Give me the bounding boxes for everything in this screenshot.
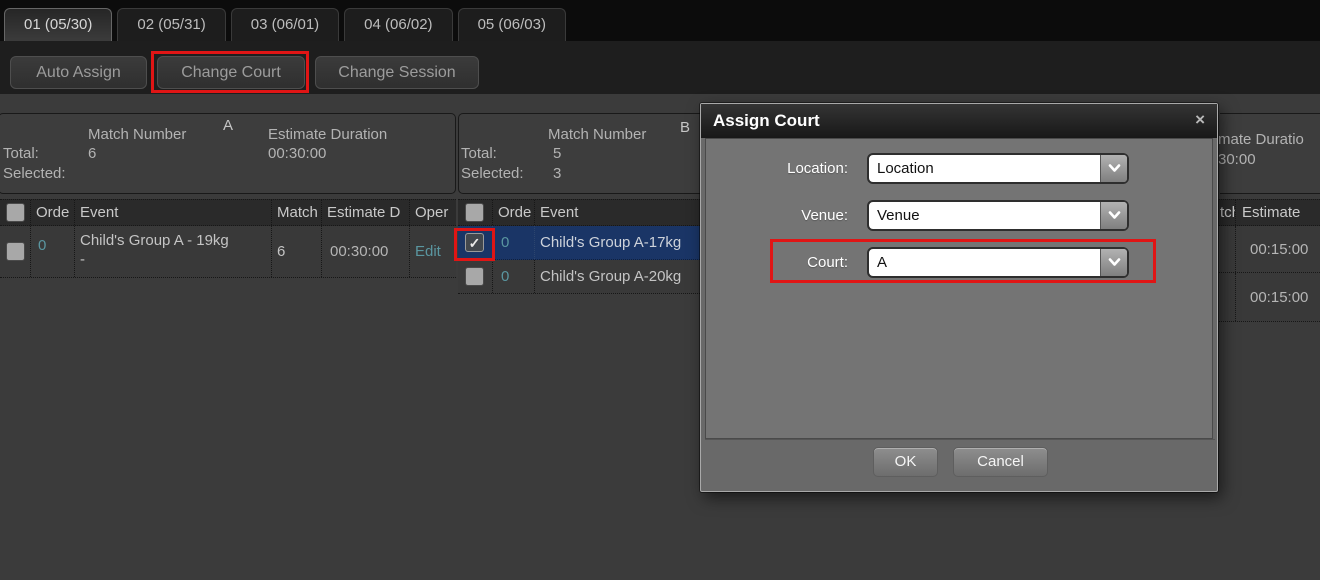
panel-c-row1-estimate: 00:15:00	[1236, 226, 1320, 272]
change-session-button[interactable]: Change Session	[315, 56, 479, 89]
panel-a-header-match: Match	[272, 200, 322, 225]
panel-b-select-all-checkbox[interactable]	[465, 203, 484, 222]
panel-c-header-estimate: Estimate	[1236, 200, 1320, 225]
panel-c-estimate-duration-label-partial: mate Duratio	[1218, 131, 1304, 149]
tab-day-03[interactable]: 03 (06/01)	[231, 8, 339, 41]
panel-a-total-match-number: 6	[88, 145, 96, 163]
venue-select[interactable]: Venue	[867, 200, 1129, 231]
tab-day-01[interactable]: 01 (05/30)	[4, 8, 112, 41]
panel-a-title: A	[0, 117, 456, 135]
panel-c-row2-estimate: 00:15:00	[1236, 273, 1320, 321]
panel-a-row-event: Child's Group A - 19kg -	[75, 226, 272, 277]
session-tabs: 01 (05/30) 02 (05/31) 03 (06/01) 04 (06/…	[4, 8, 566, 41]
panel-a-header-estimate: Estimate D	[322, 200, 410, 225]
panel-a-row-edit-link[interactable]: Edit	[410, 226, 456, 277]
tab-day-04[interactable]: 04 (06/02)	[344, 8, 452, 41]
panel-b-row2-checkbox-cell	[458, 260, 493, 293]
panel-b-match-number-label: Match Number	[548, 126, 646, 144]
close-icon[interactable]: ×	[1195, 104, 1205, 136]
highlight-box-row-checkbox	[454, 228, 495, 261]
panel-b-total-match-number: 5	[553, 145, 561, 163]
panel-a-estimate-duration-label: Estimate Duration	[268, 126, 387, 144]
venue-select-value: Venue	[877, 202, 920, 229]
location-select[interactable]: Location	[867, 153, 1129, 184]
panel-a-row-match: 6	[272, 226, 322, 277]
panel-b-header-checkbox-cell	[458, 200, 493, 225]
highlight-box-court-select	[770, 239, 1156, 283]
venue-label: Venue:	[706, 207, 848, 224]
panel-a-row-checkbox[interactable]	[6, 242, 25, 261]
chevron-down-icon[interactable]	[1100, 155, 1127, 182]
panel-b-row2-order: 0	[493, 260, 535, 293]
location-label: Location:	[706, 160, 848, 177]
panel-a-total-estimate-duration: 00:30:00	[268, 145, 326, 163]
panel-a-total-label: Total:	[3, 145, 39, 163]
ok-button[interactable]: OK	[873, 447, 938, 477]
panel-a-header-operation: Oper	[410, 200, 456, 225]
panel-a-table-row[interactable]: 0 Child's Group A - 19kg - 6 00:30:00 Ed…	[0, 226, 456, 278]
dialog-title: Assign Court	[713, 104, 820, 138]
panel-a-row-event-line1: Child's Group A - 19kg	[80, 232, 229, 249]
panel-b-row1-order: 0	[493, 226, 535, 259]
panel-a-row-event-line2: -	[80, 251, 85, 268]
panel-a-select-all-checkbox[interactable]	[6, 203, 25, 222]
panel-b-selected-match-number: 3	[553, 165, 561, 183]
app-window: 01 (05/30) 02 (05/31) 03 (06/01) 04 (06/…	[0, 0, 1320, 580]
dialog-footer-divider	[705, 439, 1215, 440]
chevron-down-icon[interactable]	[1100, 202, 1127, 229]
panel-a-match-number-label: Match Number	[88, 126, 186, 144]
panel-a-table-header: Orde Event Match Estimate D Oper	[0, 199, 456, 226]
dialog-body: Location: Location Venue: Venue Court: A	[705, 138, 1213, 439]
panel-b-total-label: Total:	[461, 145, 497, 163]
panel-b-selected-label: Selected:	[461, 165, 524, 183]
panel-c-estimate-duration-value-partial: 30:00	[1218, 151, 1256, 169]
dialog-title-bar[interactable]: Assign Court ×	[701, 104, 1217, 138]
highlight-box-change-court	[151, 51, 309, 93]
panel-a-header-order: Orde	[31, 200, 75, 225]
panel-a-row-checkbox-cell	[0, 226, 31, 277]
cancel-button[interactable]: Cancel	[953, 447, 1048, 477]
panel-b-title: B	[680, 119, 690, 137]
panel-b-header-order: Orde	[493, 200, 535, 225]
panel-a-selected-label: Selected:	[3, 165, 66, 183]
location-select-value: Location	[877, 155, 934, 182]
panel-a-header-event: Event	[75, 200, 272, 225]
assign-court-dialog: Assign Court × Location: Location Venue:…	[700, 103, 1218, 492]
panel-a-header-checkbox-cell	[0, 200, 31, 225]
panel-a-row-estimate: 00:30:00	[322, 226, 410, 277]
tab-day-05[interactable]: 05 (06/03)	[458, 8, 566, 41]
tab-day-02[interactable]: 02 (05/31)	[117, 8, 225, 41]
panel-b-row2-checkbox[interactable]	[465, 267, 484, 286]
panel-a-row-order: 0	[31, 226, 75, 277]
auto-assign-button[interactable]: Auto Assign	[10, 56, 147, 89]
